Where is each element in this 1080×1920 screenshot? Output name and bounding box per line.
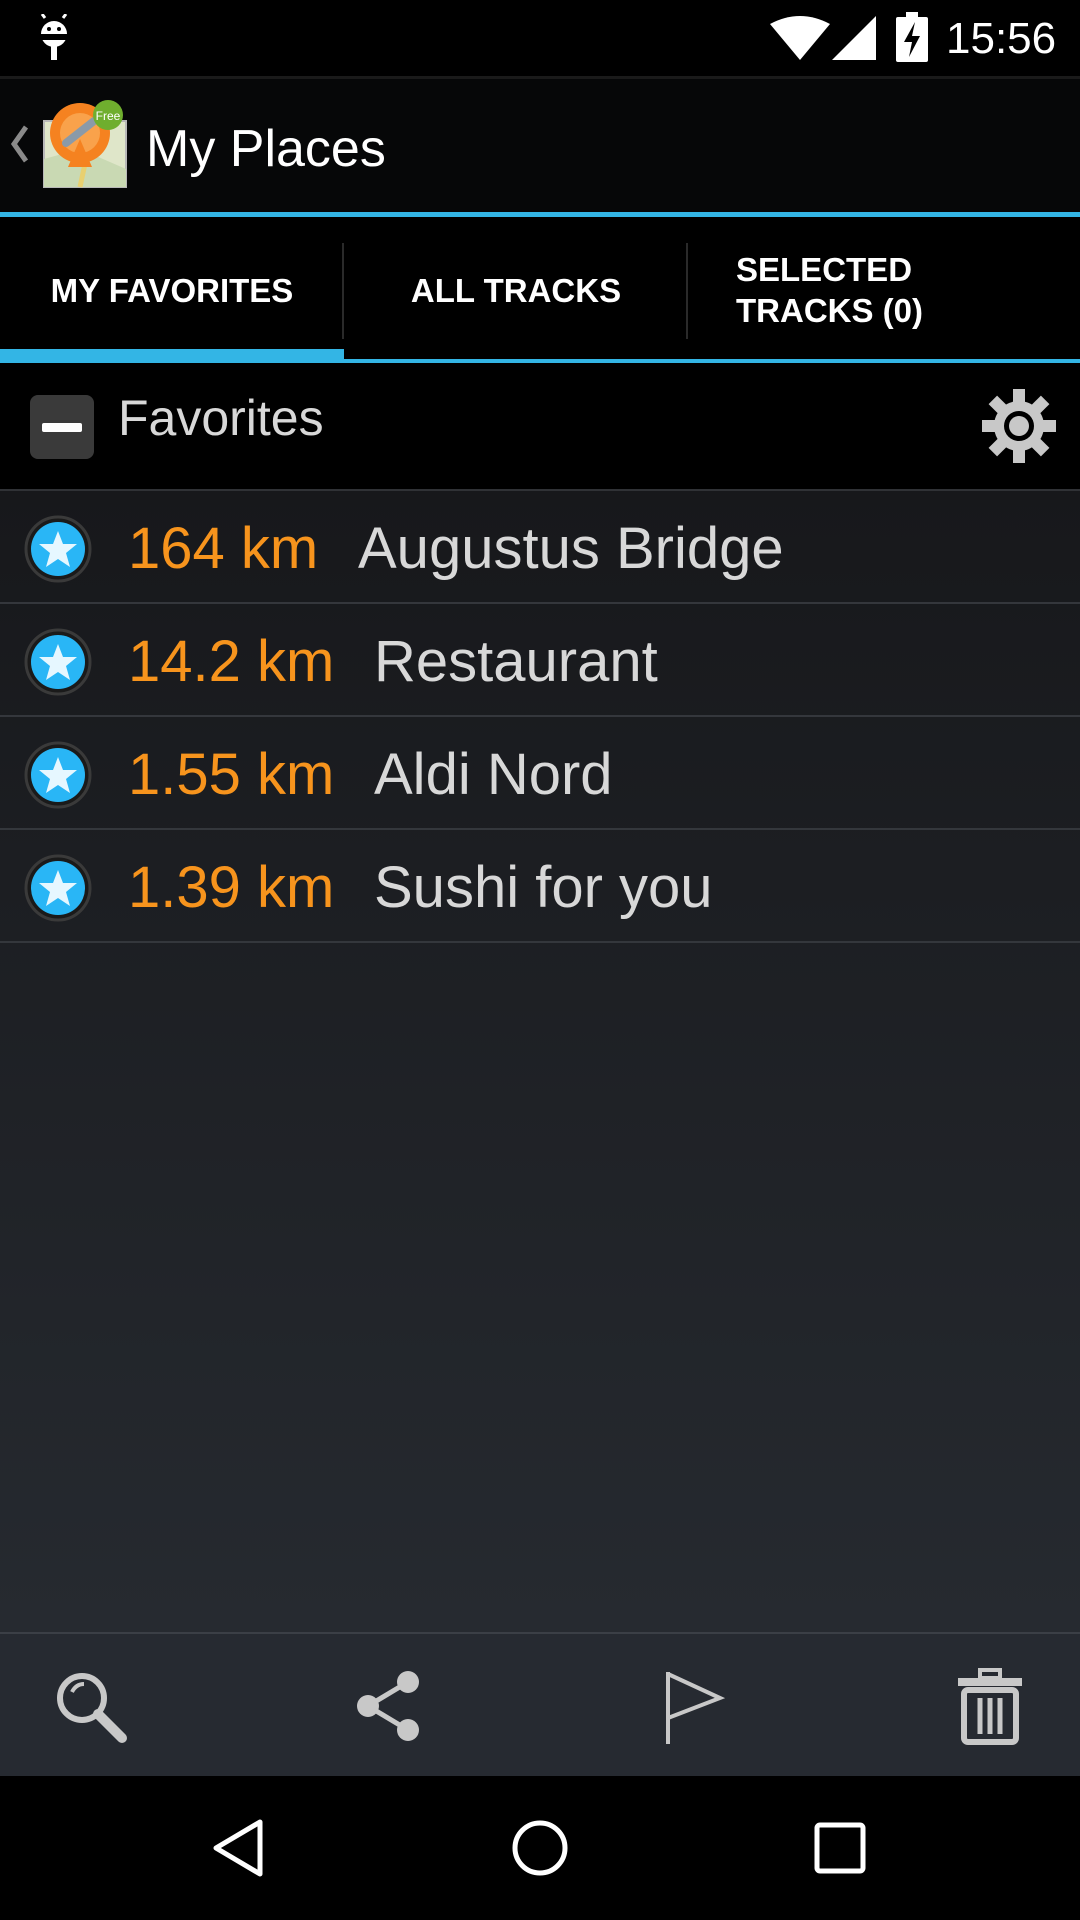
item-name: Restaurant	[374, 629, 658, 694]
favorite-star-icon	[24, 628, 92, 696]
item-distance: 1.39 km	[128, 855, 335, 920]
bottom-action-bar	[0, 1632, 1080, 1776]
wifi-icon	[770, 16, 830, 60]
android-debug-icon	[40, 14, 68, 60]
page-title: My Places	[146, 120, 386, 178]
favorite-star-icon	[24, 854, 92, 922]
favorite-star-icon	[24, 515, 92, 583]
system-nav-bar	[0, 1776, 1080, 1920]
status-bar: 15:56	[0, 0, 1080, 76]
item-distance: 1.55 km	[128, 742, 335, 807]
trash-icon[interactable]	[950, 1666, 1030, 1746]
favorites-group-header[interactable]: Favorites	[0, 363, 1080, 489]
tab-indicator	[0, 349, 344, 363]
tab-selected-tracks[interactable]: SELECTED TRACKS (0)	[688, 217, 1080, 363]
up-caret-icon[interactable]	[8, 119, 32, 169]
share-icon[interactable]	[350, 1666, 430, 1746]
status-clock: 15:56	[946, 14, 1057, 63]
item-name: Augustus Bridge	[358, 516, 784, 581]
signal-icon	[832, 16, 876, 60]
recents-icon[interactable]	[808, 1816, 872, 1880]
collapse-group-icon[interactable]	[30, 395, 94, 459]
item-name: Sushi for you	[374, 855, 713, 920]
flag-icon[interactable]	[650, 1666, 730, 1746]
tab-label: MY FAVORITES	[50, 271, 294, 309]
back-icon[interactable]	[208, 1816, 272, 1880]
tab-label: ALL TRACKS	[410, 271, 622, 309]
action-bar: Free My Places	[0, 79, 1080, 212]
item-name: Aldi Nord	[374, 742, 613, 807]
item-distance: 14.2 km	[128, 629, 335, 694]
list-item[interactable]: 164 km Augustus Bridge	[0, 491, 1080, 604]
app-logo-icon[interactable]: Free	[40, 99, 132, 191]
group-title: Favorites	[118, 390, 324, 446]
tab-my-favorites[interactable]: MY FAVORITES	[0, 217, 344, 363]
free-badge: Free	[96, 109, 121, 123]
list-item[interactable]: 1.55 km Aldi Nord	[0, 717, 1080, 830]
home-icon[interactable]	[508, 1816, 572, 1880]
list-item[interactable]: 14.2 km Restaurant	[0, 604, 1080, 717]
search-icon[interactable]	[50, 1666, 130, 1746]
tab-label: SELECTED TRACKS (0)	[736, 251, 923, 329]
battery-charging-icon	[896, 12, 928, 62]
tab-strip: MY FAVORITES ALL TRACKS SELECTED TRACKS …	[0, 217, 1080, 363]
tab-all-tracks[interactable]: ALL TRACKS	[344, 217, 688, 363]
gear-icon[interactable]	[982, 389, 1056, 463]
favorites-list: 164 km Augustus Bridge 14.2 km Restauran…	[0, 491, 1080, 1632]
favorite-star-icon	[24, 741, 92, 809]
list-item[interactable]: 1.39 km Sushi for you	[0, 830, 1080, 943]
item-distance: 164 km	[128, 516, 319, 581]
